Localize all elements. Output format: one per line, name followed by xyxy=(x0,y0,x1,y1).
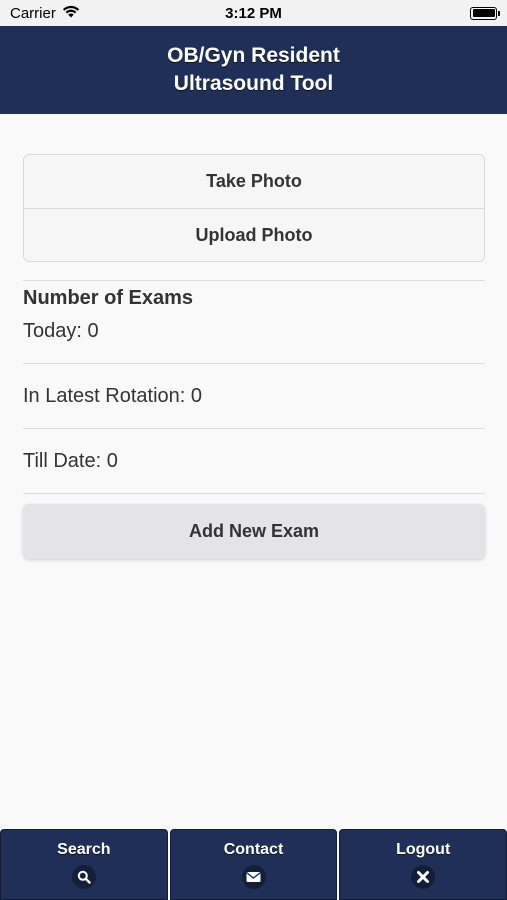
carrier-label: Carrier xyxy=(10,4,56,22)
bottom-nav: Search Contact Logout xyxy=(0,829,507,900)
nav-contact-label: Contact xyxy=(223,840,284,858)
app-title-line1: OB/Gyn Resident xyxy=(167,44,340,67)
divider xyxy=(23,493,485,494)
app-header: OB/Gyn Resident Ultrasound Tool xyxy=(0,26,507,114)
status-bar: Carrier 3:12 PM xyxy=(0,0,507,26)
envelope-icon xyxy=(241,864,266,889)
close-icon xyxy=(411,864,436,889)
battery-icon xyxy=(470,6,500,20)
stat-today: Today: 0 xyxy=(23,320,99,342)
stat-latest-rotation: In Latest Rotation: 0 xyxy=(23,385,203,407)
nav-contact-button[interactable]: Contact xyxy=(169,829,338,900)
status-left: Carrier xyxy=(10,5,80,22)
take-photo-button[interactable]: Take Photo xyxy=(24,155,484,208)
photo-button-group: Take Photo Upload Photo xyxy=(23,154,485,262)
upload-photo-button[interactable]: Upload Photo xyxy=(24,208,484,261)
main-content: Take Photo Upload Photo Number of Exams … xyxy=(23,154,485,559)
add-new-exam-button[interactable]: Add New Exam xyxy=(23,504,485,559)
nav-logout-label: Logout xyxy=(396,840,451,858)
wifi-icon xyxy=(62,5,80,22)
stat-till-date: Till Date: 0 xyxy=(23,450,118,472)
search-icon xyxy=(71,864,96,889)
app-title-line2: Ultrasound Tool xyxy=(173,72,334,95)
nav-logout-button[interactable]: Logout xyxy=(339,829,507,900)
nav-search-button[interactable]: Search xyxy=(0,829,168,900)
exams-section-title: Number of Exams xyxy=(23,287,194,309)
nav-search-label: Search xyxy=(57,840,111,858)
divider xyxy=(23,280,485,281)
